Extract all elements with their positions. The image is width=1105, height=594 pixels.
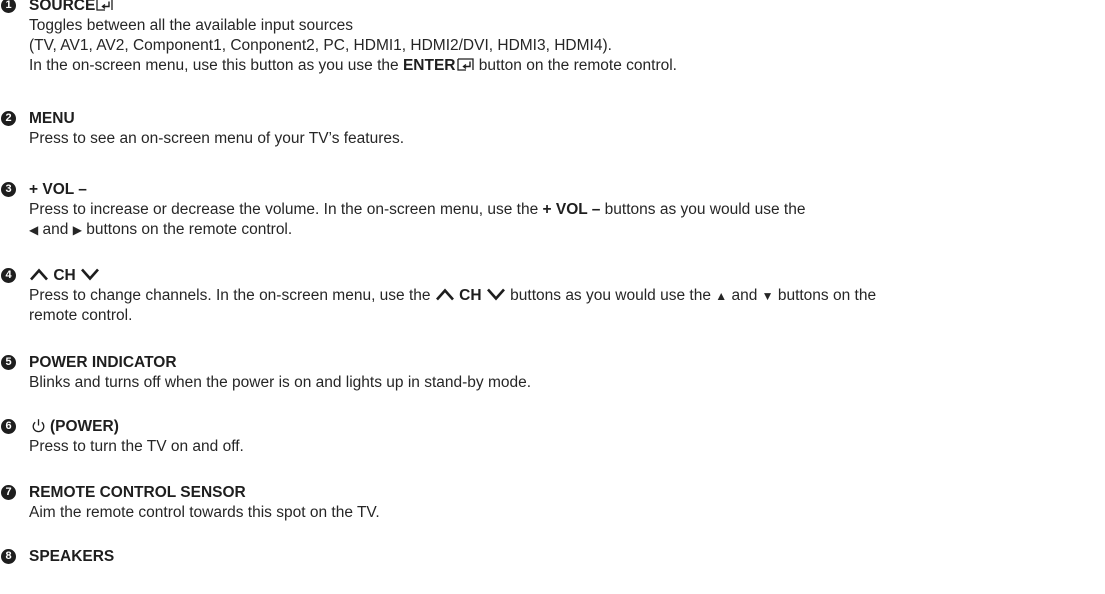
enter-icon xyxy=(96,0,113,11)
item-number-badge: 8 xyxy=(1,549,16,564)
right-arrow-icon: ▶ xyxy=(72,223,82,237)
item-number-badge: 2 xyxy=(1,111,16,126)
description-line: Press to change channels. In the on-scre… xyxy=(29,286,1103,306)
item-number-badge: 4 xyxy=(1,268,16,283)
description-line: In the on-screen menu, use this button a… xyxy=(29,56,1103,76)
item-description: Toggles between all the available input … xyxy=(29,16,1103,76)
item-title: CH xyxy=(29,266,100,285)
item-description: Aim the remote control towards this spot… xyxy=(29,503,1103,523)
item-title: POWER INDICATOR xyxy=(29,354,177,371)
power-title: (POWER) xyxy=(50,418,119,435)
item-description: Press to change channels. In the on-scre… xyxy=(29,286,1103,326)
item-title: SOURCE xyxy=(29,0,114,15)
ch-label: CH xyxy=(459,287,482,304)
chevron-up-icon xyxy=(435,288,454,301)
text-segment: In the on-screen menu, use this button a… xyxy=(29,57,403,74)
description-line: Press to turn the TV on and off. xyxy=(29,438,244,455)
item-number-badge: 7 xyxy=(1,485,16,500)
text-segment: button on the remote control. xyxy=(474,57,677,74)
description-line: (TV, AV1, AV2, Component1, Conponent2, P… xyxy=(29,37,612,54)
up-arrow-icon: ▲ xyxy=(715,289,728,303)
source-title: SOURCE xyxy=(29,0,96,14)
down-arrow-icon: ▼ xyxy=(761,289,774,303)
item-number-badge: 1 xyxy=(1,0,16,13)
text-segment: buttons on the xyxy=(773,287,877,304)
item-description: Press to turn the TV on and off. xyxy=(29,437,1103,457)
description-line: Blinks and turns off when the power is o… xyxy=(29,374,532,391)
description-line: Toggles between all the available input … xyxy=(29,17,353,34)
text-segment: and xyxy=(727,287,762,304)
description-line: Aim the remote control towards this spot… xyxy=(29,504,380,521)
item-title: MENU xyxy=(29,110,75,127)
item-description: Blinks and turns off when the power is o… xyxy=(29,373,1103,393)
item-description: Press to see an on-screen menu of your T… xyxy=(29,129,1103,149)
item-number-badge: 5 xyxy=(1,355,16,370)
text-segment: buttons as you would use the xyxy=(505,287,716,304)
text-segment: buttons on the remote control. xyxy=(81,221,293,238)
text-segment: Press to increase or decrease the volume… xyxy=(29,201,543,218)
item-number-badge: 3 xyxy=(1,182,16,197)
channel-title: CH xyxy=(53,267,76,284)
text-segment: and xyxy=(38,221,73,238)
description-line: Press to see an on-screen menu of your T… xyxy=(29,130,405,147)
item-title: + VOL – xyxy=(29,181,87,198)
vol-label: + VOL – xyxy=(542,201,601,218)
chevron-down-icon xyxy=(486,288,505,301)
item-number-badge: 6 xyxy=(1,419,16,434)
left-arrow-icon: ◀ xyxy=(29,223,39,237)
power-icon xyxy=(32,419,45,433)
item-description: Press to increase or decrease the volume… xyxy=(29,200,1103,240)
item-title: SPEAKERS xyxy=(29,548,115,565)
description-line: Press to increase or decrease the volume… xyxy=(29,200,1103,220)
chevron-down-icon xyxy=(81,268,99,281)
description-line: remote control. xyxy=(29,307,133,324)
item-title: (POWER) xyxy=(29,417,119,436)
item-title: REMOTE CONTROL SENSOR xyxy=(29,484,246,501)
enter-label: ENTER xyxy=(402,57,456,74)
text-segment: buttons as you would use the xyxy=(600,201,806,218)
enter-icon xyxy=(456,58,474,71)
description-line: ◀ and ▶ buttons on the remote control. xyxy=(29,220,1103,240)
text-segment: Press to change channels. In the on-scre… xyxy=(29,287,435,304)
chevron-up-icon xyxy=(30,268,48,281)
